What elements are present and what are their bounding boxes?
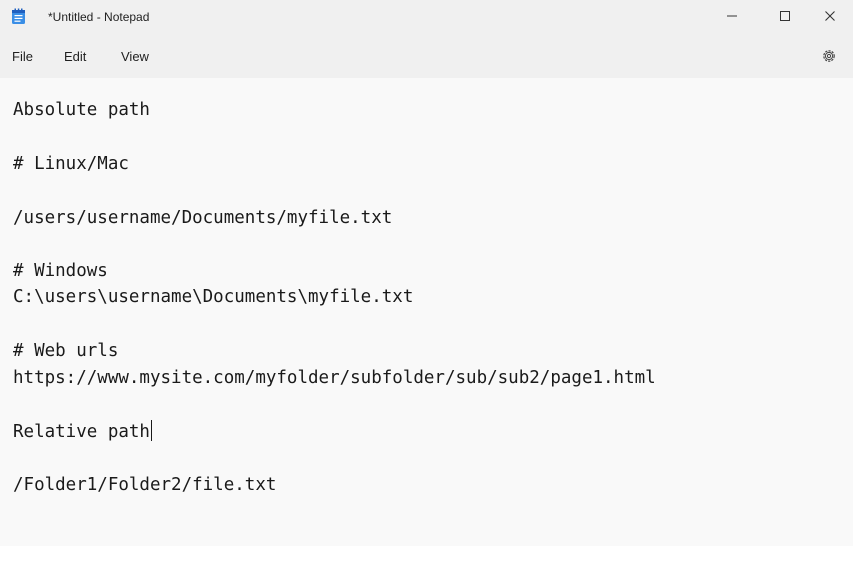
- close-icon: [824, 9, 836, 27]
- maximize-button[interactable]: [762, 0, 808, 36]
- text-caret: [150, 420, 152, 441]
- minimize-button[interactable]: [709, 0, 755, 36]
- text-editor[interactable]: Absolute path # Linux/Mac /users/usernam…: [0, 78, 853, 546]
- text-line: # Windows: [13, 261, 108, 281]
- menu-bar: File Edit View: [0, 36, 853, 78]
- minimize-icon: [726, 9, 738, 27]
- window-title: *Untitled - Notepad: [48, 10, 150, 24]
- text-line: Absolute path: [13, 100, 150, 120]
- status-area: [0, 546, 853, 574]
- title-bar[interactable]: *Untitled - Notepad: [0, 0, 853, 36]
- maximize-icon: [779, 9, 791, 27]
- gear-icon[interactable]: [820, 47, 838, 65]
- text-line: # Web urls: [13, 341, 119, 361]
- text-line: https://www.mysite.com/myfolder/subfolde…: [13, 368, 656, 388]
- menu-edit[interactable]: Edit: [64, 49, 86, 64]
- text-line: # Linux/Mac: [13, 154, 129, 174]
- text-line-with-caret: Relative path: [13, 420, 152, 443]
- menu-file[interactable]: File: [12, 49, 33, 64]
- text-line: C:\users\username\Documents\myfile.txt: [13, 287, 414, 307]
- text-line: /Folder1/Folder2/file.txt: [13, 475, 277, 495]
- menu-view[interactable]: View: [121, 49, 149, 64]
- notepad-window: *Untitled - Notepad File Edit View Absol…: [0, 0, 853, 574]
- text-line: Relative path: [13, 422, 150, 442]
- notepad-icon: [11, 8, 26, 25]
- text-line: /users/username/Documents/myfile.txt: [13, 208, 393, 228]
- close-button[interactable]: [807, 0, 853, 36]
